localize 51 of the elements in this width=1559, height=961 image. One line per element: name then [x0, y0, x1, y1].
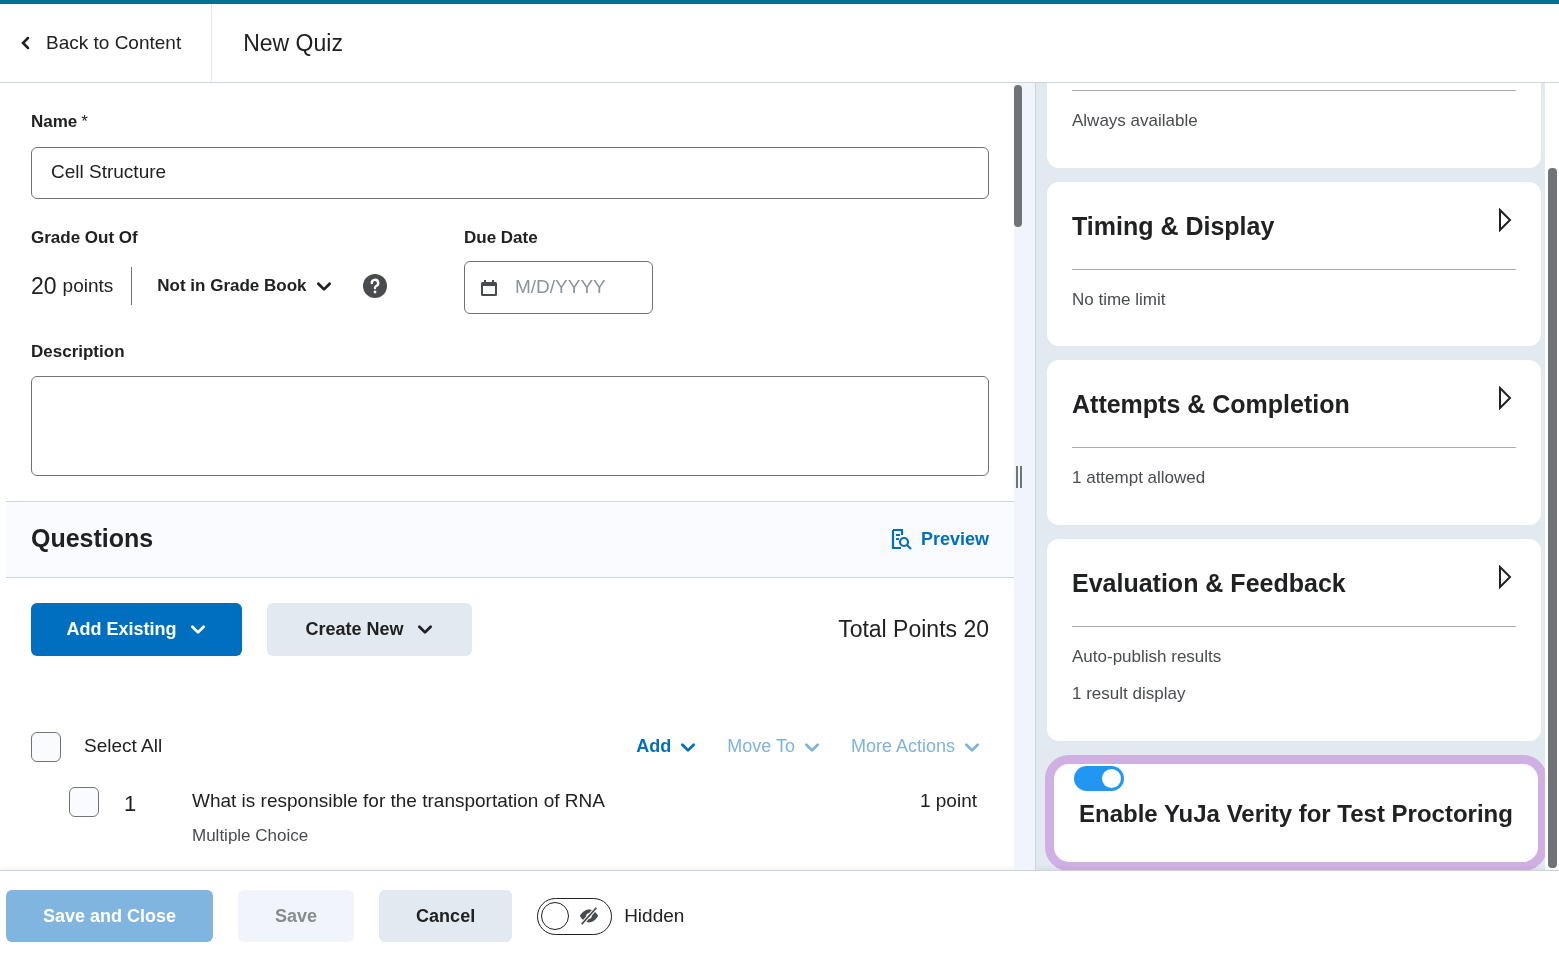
resize-handle[interactable] — [1016, 466, 1022, 488]
question-points: 1 point — [919, 788, 977, 813]
checkbox[interactable] — [69, 786, 99, 817]
question-number: 1 — [124, 789, 138, 818]
caret-right-icon — [1498, 207, 1512, 232]
footer-button[interactable]: Cancel — [379, 890, 513, 942]
card-summary: Always available — [1072, 110, 1199, 132]
back-link[interactable]: Back to Content — [0, 4, 213, 82]
card-title: Evaluation & Feedback — [1072, 567, 1346, 599]
caret-right-icon — [1498, 386, 1512, 410]
total-points: Total Points 20 — [838, 614, 989, 644]
section-title: Questions — [31, 523, 154, 555]
visibility-toggle[interactable] — [537, 897, 613, 935]
settings-card[interactable]: Evaluation & Feedback Auto-publish results 1 result display — [1047, 538, 1541, 741]
card-title: Timing & Display — [1072, 210, 1275, 242]
field-label: Description — [31, 341, 126, 363]
field-label: Grade Out Of — [31, 226, 139, 249]
field-label: Due Date — [464, 226, 539, 249]
name-input[interactable]: Cell Structure — [31, 146, 989, 199]
create-new-button[interactable]: Create New — [267, 602, 472, 656]
card-summary: 1 attempt allowed — [1072, 467, 1207, 489]
toggle-switch[interactable] — [1074, 765, 1124, 791]
question-type: Multiple Choice — [192, 825, 310, 847]
grade-book-dropdown[interactable]: Not in Grade Book — [157, 273, 333, 299]
calendar-icon — [479, 277, 499, 298]
question-text[interactable]: What is responsible for the transportation of RNA — [192, 786, 605, 815]
help-icon[interactable] — [362, 274, 387, 298]
add-existing-button[interactable]: Add Existing — [31, 602, 242, 656]
card-summary: Auto-publish results — [1072, 645, 1223, 668]
select-all-label: Select All — [84, 734, 163, 759]
visibility-label: Hidden — [624, 903, 685, 928]
preview-link[interactable]: Preview — [888, 525, 989, 553]
scrollbar[interactable] — [1014, 85, 1022, 227]
scrollbar[interactable] — [1547, 168, 1557, 868]
card-summary: No time limit — [1072, 288, 1167, 311]
description-input[interactable] — [31, 375, 989, 476]
settings-card[interactable]: Attempts & Completion 1 attempt allowed — [1047, 360, 1541, 525]
checkbox[interactable] — [31, 731, 61, 762]
action-menu[interactable]: Add — [636, 733, 698, 760]
caret-right-icon — [1498, 564, 1512, 589]
page-title: New Quiz — [242, 28, 343, 58]
proctoring-label: Enable YuJa Verity for Test Proctoring — [1079, 798, 1514, 829]
card-title: Attempts & Completion — [1072, 389, 1350, 420]
required-mark: * — [81, 111, 88, 133]
grade-value: 20 — [31, 271, 57, 301]
eye-slash-icon — [577, 905, 600, 927]
grade-unit: points — [62, 273, 114, 298]
card-summary: 1 result display — [1072, 683, 1187, 705]
settings-card[interactable]: Always available — [1047, 83, 1541, 168]
field-label: Name — [31, 111, 78, 133]
settings-card[interactable]: Timing & Display No time limit — [1047, 181, 1541, 346]
